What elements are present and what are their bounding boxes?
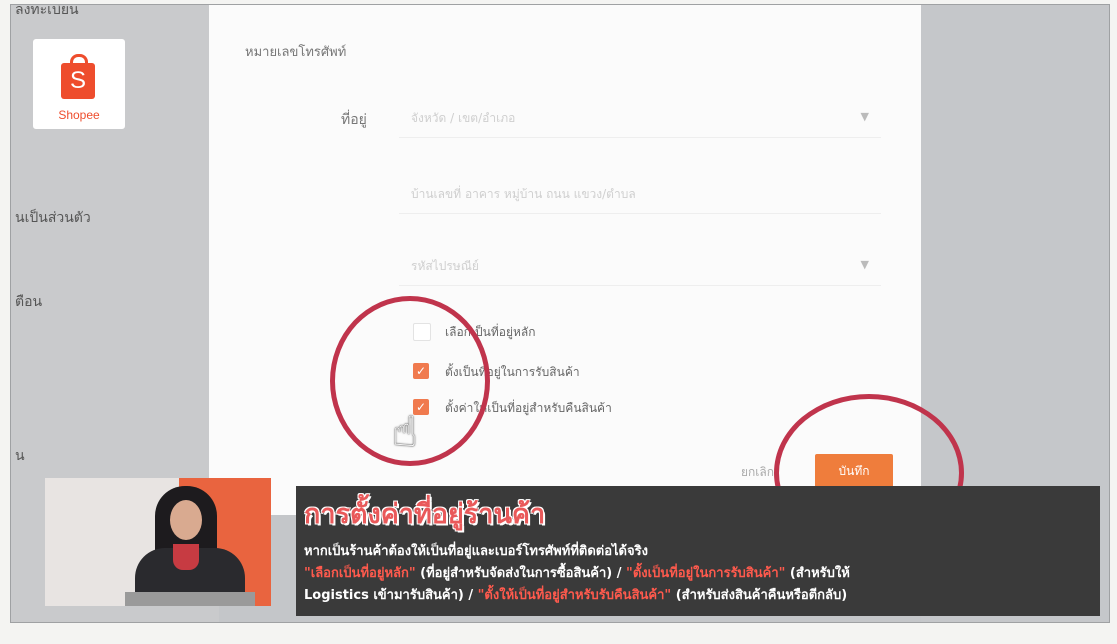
- address-detail-input[interactable]: บ้านเลขที่ อาคาร หมู่บ้าน ถนน แขวง/ตำบล: [399, 173, 881, 214]
- caption-text: (ที่อยู่สำหรับจัดส่งในการซื้อสินค้า) /: [415, 566, 627, 581]
- hand-cursor-icon: ☝: [392, 407, 418, 456]
- caption-panel: การตั้งค่าที่อยู่ร้านค้า หากเป็นร้านค้าต…: [296, 486, 1100, 616]
- caption-highlight-return: "ตั้งให้เป็นที่อยู่สำหรับรับคืนสินค้า": [477, 588, 672, 603]
- address-label: ที่อยู่: [341, 112, 367, 128]
- caption-text: (สำหรับส่งสินค้าคืนหรือตีกลับ): [671, 588, 848, 603]
- caption-title: การตั้งค่าที่อยู่ร้านค้า: [304, 499, 546, 530]
- caption-line-1: หากเป็นร้านค้าต้องให้เป็นที่อยู่และเบอร์…: [304, 544, 648, 559]
- chevron-down-icon: ▼: [860, 258, 869, 271]
- phone-label: หมายเลขโทรศัพท์: [245, 45, 347, 60]
- save-button[interactable]: บันทึก: [815, 454, 893, 488]
- laptop: [125, 592, 255, 606]
- sidebar-item-privacy[interactable]: นเป็นส่วนตัว: [15, 207, 91, 229]
- return-address-label: ตั้งค่าให้เป็นที่อยู่สำหรับคืนสินค้า: [445, 401, 612, 415]
- shopping-bag-icon: S: [61, 54, 95, 99]
- sidebar-item-notifications[interactable]: ตือน: [15, 291, 42, 313]
- address-detail-placeholder: บ้านเลขที่ อาคาร หมู่บ้าน ถนน แขวง/ตำบล: [411, 187, 636, 201]
- default-address-checkbox[interactable]: [413, 323, 431, 341]
- presenter-video: [45, 478, 271, 606]
- address-modal: หมายเลขโทรศัพท์ ที่อยู่ จังหวัด / เขต/อำ…: [209, 5, 921, 515]
- sidebar-top-text: ลงทะเบียน: [15, 4, 79, 18]
- caption-line-3: Logistics เข้ามารับสินค้า) / "ตั้งให้เป็…: [304, 584, 847, 605]
- shopee-logo: S Shopee: [33, 39, 125, 129]
- caption-text: Logistics เข้ามารับสินค้า) /: [304, 588, 478, 603]
- sidebar-item-other[interactable]: น: [15, 445, 25, 467]
- presenter-face: [170, 500, 202, 540]
- province-placeholder: จังหวัด / เขต/อำเภอ: [411, 111, 516, 125]
- postcode-select[interactable]: รหัสไปรษณีย์ ▼: [399, 245, 881, 286]
- pickup-address-checkbox[interactable]: ✓: [413, 363, 429, 379]
- caption-line-2: "เลือกเป็นที่อยู่หลัก" (ที่อยู่สำหรับจัด…: [304, 562, 850, 583]
- chevron-down-icon: ▼: [860, 110, 869, 123]
- default-address-label: เลือกเป็นที่อยู่หลัก: [445, 325, 536, 339]
- pickup-address-label: ตั้งเป็นที่อยู่ในการรับสินค้า: [445, 365, 580, 379]
- province-select[interactable]: จังหวัด / เขต/อำเภอ ▼: [399, 97, 881, 138]
- presenter-shirt: [173, 544, 199, 570]
- caption-text: (สำหรับให้: [785, 566, 850, 581]
- postcode-placeholder: รหัสไปรษณีย์: [411, 259, 479, 273]
- caption-highlight-pickup: "ตั้งเป็นที่อยู่ในการรับสินค้า": [626, 566, 786, 581]
- caption-highlight-default: "เลือกเป็นที่อยู่หลัก": [304, 566, 416, 581]
- cancel-button[interactable]: ยกเลิก: [741, 463, 774, 482]
- logo-text: Shopee: [58, 108, 100, 122]
